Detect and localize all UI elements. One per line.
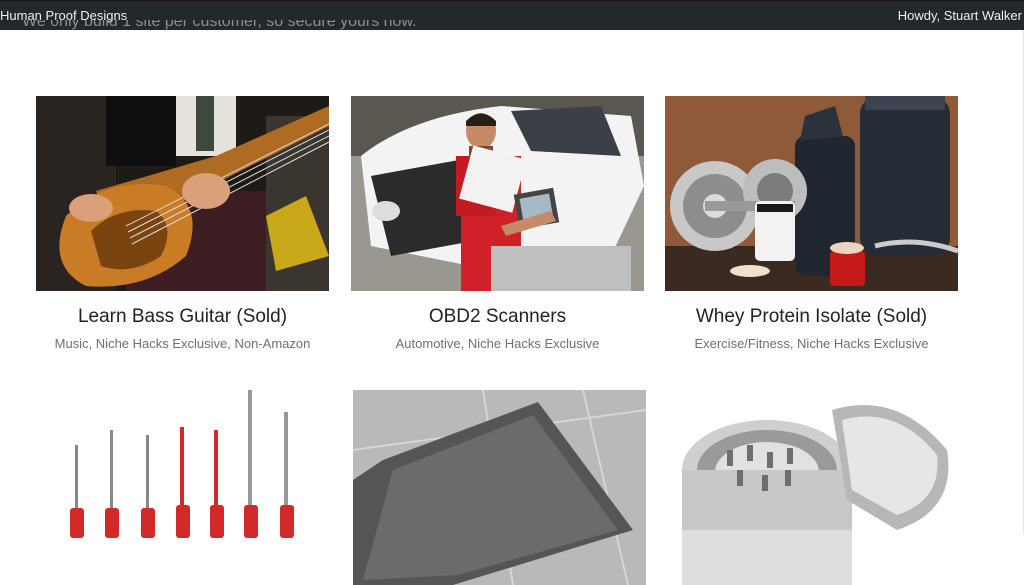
product-title[interactable]: OBD2 Scanners xyxy=(351,306,644,328)
user-greeting-link[interactable]: Howdy, Stuart Walker xyxy=(898,8,1022,23)
screwdrivers-photo[interactable] xyxy=(36,390,329,585)
intro-text: We only build 1 site per customer, so se… xyxy=(22,20,417,30)
mechanic-photo[interactable] xyxy=(351,96,644,291)
product-tags: Music, Niche Hacks Exclusive, Non-Amazon xyxy=(54,336,311,351)
product-tags: Automotive, Niche Hacks Exclusive xyxy=(395,336,600,351)
herb-grinder-photo[interactable] xyxy=(667,390,960,585)
bass-guitar-photo[interactable] xyxy=(36,96,329,291)
product-title[interactable]: Whey Protein Isolate (Sold) xyxy=(665,306,958,328)
fitness-photo[interactable] xyxy=(665,96,958,291)
product-tags: Exercise/Fitness, Niche Hacks Exclusive xyxy=(694,336,929,351)
bath-mat-photo[interactable] xyxy=(353,390,646,585)
product-title[interactable]: Learn Bass Guitar (Sold) xyxy=(36,306,329,328)
intro-text-clipped: We only build 1 site per customer, so se… xyxy=(22,20,417,36)
